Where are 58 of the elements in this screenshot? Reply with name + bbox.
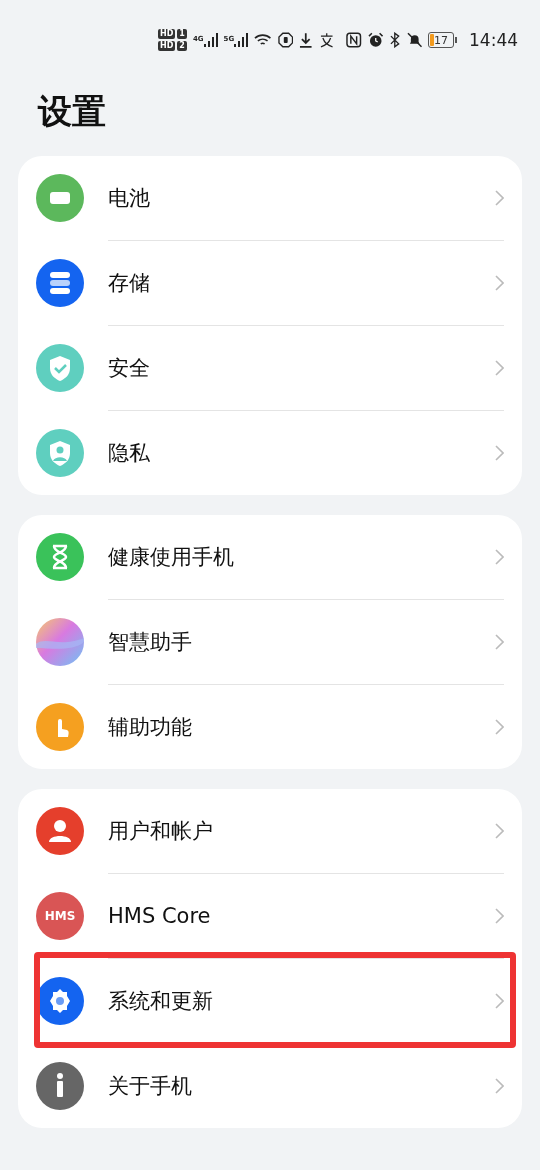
clock-time: 14:44 [469,30,519,50]
signal-icon [203,33,218,47]
nfc-icon [346,32,362,48]
chevron-right-icon [495,634,504,650]
alarm-icon [367,32,383,48]
chevron-right-icon [495,823,504,839]
chevron-right-icon [495,549,504,565]
bluetooth-icon [388,32,401,48]
settings-label: HMS Core [108,904,212,928]
settings-item[interactable]: 系统和更新 [18,959,522,1043]
shield-person-icon [36,429,84,477]
hd-badge: HD [158,29,176,39]
translate-icon [318,32,335,48]
hms-logo-icon: HMS [36,892,84,940]
chevron-right-icon [495,360,504,376]
settings-item[interactable]: 存储 [18,241,522,325]
chevron-right-icon [495,993,504,1009]
shield-check-icon [36,344,84,392]
settings-label: 安全 [108,355,151,382]
settings-item[interactable]: 辅助功能 [18,685,522,769]
battery-percent: 17 [434,33,449,47]
hd-badge: HD [158,41,176,51]
chevron-right-icon [495,908,504,924]
settings-item[interactable]: HMS HMS Core [18,874,522,958]
storage-icon [36,259,84,307]
settings-item[interactable]: 用户和帐户 [18,789,522,873]
chevron-right-icon [495,719,504,735]
settings-label: 系统和更新 [108,988,214,1015]
assistant-orb-icon [36,618,84,666]
settings-label: 隐私 [108,440,151,467]
page-title: 设置 [36,90,107,133]
settings-label: 电池 [108,185,151,212]
settings-label: 健康使用手机 [108,544,235,571]
settings-label: 关于手机 [108,1073,193,1100]
chevron-right-icon [495,1078,504,1094]
bell-muted-icon [406,32,423,48]
signal-icon [234,33,249,47]
chevron-right-icon [495,190,504,206]
settings-label: 用户和帐户 [108,818,214,845]
settings-item[interactable]: 电池 [18,156,522,240]
settings-label: 辅助功能 [108,714,193,741]
settings-item[interactable]: 隐私 [18,411,522,495]
wifi-icon [254,33,272,47]
person-icon [36,807,84,855]
download-icon [299,32,313,48]
settings-label: 存储 [108,270,151,297]
sim-slot-badge: 1 [177,29,187,39]
chevron-right-icon [495,445,504,461]
settings-label: 智慧助手 [108,629,193,656]
info-icon [36,1062,84,1110]
settings-item[interactable]: 智慧助手 [18,600,522,684]
sim-slot-badge: 2 [177,41,187,51]
settings-item[interactable]: 健康使用手机 [18,515,522,599]
hourglass-icon [36,533,84,581]
chevron-right-icon [495,275,504,291]
settings-item[interactable]: 安全 [18,326,522,410]
settings-item[interactable]: 关于手机 [18,1044,522,1128]
battery-icon [36,174,84,222]
